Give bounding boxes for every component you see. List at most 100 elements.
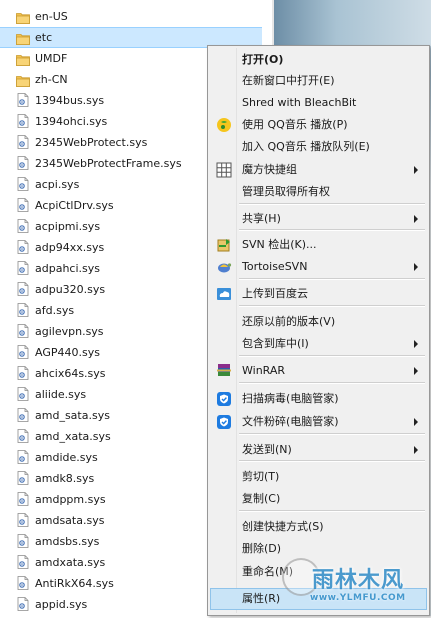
file-name: 1394bus.sys — [35, 94, 105, 107]
menu-item-label: 创建快捷方式(S) — [242, 520, 324, 533]
menu-item[interactable]: 使用 QQ音乐 播放(P) — [210, 114, 427, 136]
menu-item[interactable]: 上传到百度云 — [210, 283, 427, 305]
menu-item[interactable]: 在新窗口中打开(E) — [210, 70, 427, 92]
folder-icon — [16, 32, 30, 46]
menu-item[interactable]: SVN 检出(K)... — [210, 234, 427, 256]
system-file-icon — [16, 345, 30, 359]
menu-item-label: 管理员取得所有权 — [242, 185, 330, 198]
menu-item-label: 魔方快捷组 — [242, 163, 297, 176]
submenu-arrow-icon — [414, 446, 418, 454]
menu-item[interactable]: 魔方快捷组 — [210, 159, 427, 181]
file-name: agilevpn.sys — [35, 325, 104, 338]
baidu-cloud-icon — [216, 286, 232, 302]
file-name: afd.sys — [35, 304, 75, 317]
menu-item-label: 还原以前的版本(V) — [242, 315, 336, 328]
menu-item[interactable]: 文件粉碎(电脑管家) — [210, 411, 427, 433]
system-file-icon — [16, 576, 30, 590]
system-file-icon — [16, 114, 30, 128]
watermark-brand: 雨林木风 — [312, 568, 405, 593]
file-name: acpipmi.sys — [35, 220, 101, 233]
submenu-arrow-icon — [414, 263, 418, 271]
menu-item-label: 剪切(T) — [242, 470, 280, 483]
menu-item-label: 发送到(N) — [242, 443, 292, 456]
file-name: adp94xx.sys — [35, 241, 105, 254]
system-file-icon — [16, 492, 30, 506]
menu-item-label: 在新窗口中打开(E) — [242, 74, 335, 87]
menu-separator — [239, 355, 425, 357]
system-file-icon — [16, 177, 30, 191]
menu-item[interactable]: TortoiseSVN — [210, 256, 427, 278]
system-file-icon — [16, 261, 30, 275]
menu-item[interactable]: 发送到(N) — [210, 439, 427, 461]
menu-item-label: 包含到库中(I) — [242, 337, 309, 350]
menu-separator — [239, 278, 425, 280]
menu-separator — [239, 382, 425, 384]
system-file-icon — [16, 324, 30, 338]
folder-icon — [16, 52, 30, 66]
menu-item[interactable]: 复制(C) — [210, 488, 427, 510]
menu-item[interactable]: 创建快捷方式(S) — [210, 516, 427, 538]
file-name: UMDF — [35, 52, 68, 65]
menu-separator — [239, 305, 425, 307]
menu-item-label: TortoiseSVN — [242, 260, 308, 273]
system-file-icon — [16, 408, 30, 422]
file-name: amdxata.sys — [35, 556, 106, 569]
menu-item[interactable]: 还原以前的版本(V) — [210, 311, 427, 333]
file-name: amdide.sys — [35, 451, 98, 464]
menu-item[interactable]: Shred with BleachBit — [210, 92, 427, 114]
file-name: ahcix64s.sys — [35, 367, 106, 380]
menu-item-label: WinRAR — [242, 364, 286, 377]
menu-item[interactable]: 加入 QQ音乐 播放队列(E) — [210, 136, 427, 158]
file-name: AGP440.sys — [35, 346, 100, 359]
folder-icon — [16, 73, 30, 87]
system-file-icon — [16, 198, 30, 212]
svn-checkout-icon — [216, 237, 232, 253]
file-name: amd_xata.sys — [35, 430, 111, 443]
menu-item[interactable]: 剪切(T) — [210, 466, 427, 488]
file-name: acpi.sys — [35, 178, 80, 191]
folder-icon — [16, 10, 30, 24]
system-file-icon — [16, 534, 30, 548]
system-file-icon — [16, 366, 30, 380]
file-name: amdppm.sys — [35, 493, 106, 506]
system-file-icon — [16, 387, 30, 401]
file-name: etc — [35, 31, 53, 44]
file-name: adpahci.sys — [35, 262, 100, 275]
watermark-url: www.YLMFU.COM — [310, 593, 406, 603]
menu-item[interactable]: 包含到库中(I) — [210, 333, 427, 355]
menu-item[interactable]: 共享(H) — [210, 208, 427, 230]
menu-item-label: 属性(R) — [242, 592, 281, 605]
menu-item-label: 扫描病毒(电脑管家) — [242, 392, 339, 405]
menu-separator — [239, 510, 425, 512]
menu-item[interactable]: 打开(O) — [210, 49, 427, 71]
menu-separator — [239, 433, 425, 435]
menu-item-label: 共享(H) — [242, 212, 281, 225]
menu-item[interactable]: 扫描病毒(电脑管家) — [210, 388, 427, 410]
file-name: AcpiCtlDrv.sys — [35, 199, 114, 212]
folder-item[interactable]: en-US — [0, 6, 262, 27]
system-file-icon — [16, 597, 30, 611]
file-name: AntiRkX64.sys — [35, 577, 114, 590]
file-name: amd_sata.sys — [35, 409, 110, 422]
menu-item[interactable]: 管理员取得所有权 — [210, 181, 427, 203]
menu-item-label: 打开(O) — [242, 53, 284, 66]
menu-item[interactable]: WinRAR — [210, 360, 427, 382]
qq-music-icon — [216, 117, 232, 133]
file-name: en-US — [35, 10, 68, 23]
menu-item-label: 上传到百度云 — [242, 287, 308, 300]
menu-item-label: SVN 检出(K)... — [242, 238, 317, 251]
submenu-arrow-icon — [414, 367, 418, 375]
file-name: amdsbs.sys — [35, 535, 100, 548]
system-file-icon — [16, 429, 30, 443]
menu-item-label: 删除(D) — [242, 542, 282, 555]
file-name: 2345WebProtectFrame.sys — [35, 157, 182, 170]
system-file-icon — [16, 135, 30, 149]
system-file-icon — [16, 471, 30, 485]
menu-separator — [239, 203, 425, 205]
watermark: 雨林木风 www.YLMFU.COM — [280, 554, 428, 606]
tortoise-icon — [216, 259, 232, 275]
shield-icon — [216, 391, 232, 407]
window-header-strip — [274, 0, 431, 46]
system-file-icon — [16, 156, 30, 170]
file-name: zh-CN — [35, 73, 68, 86]
